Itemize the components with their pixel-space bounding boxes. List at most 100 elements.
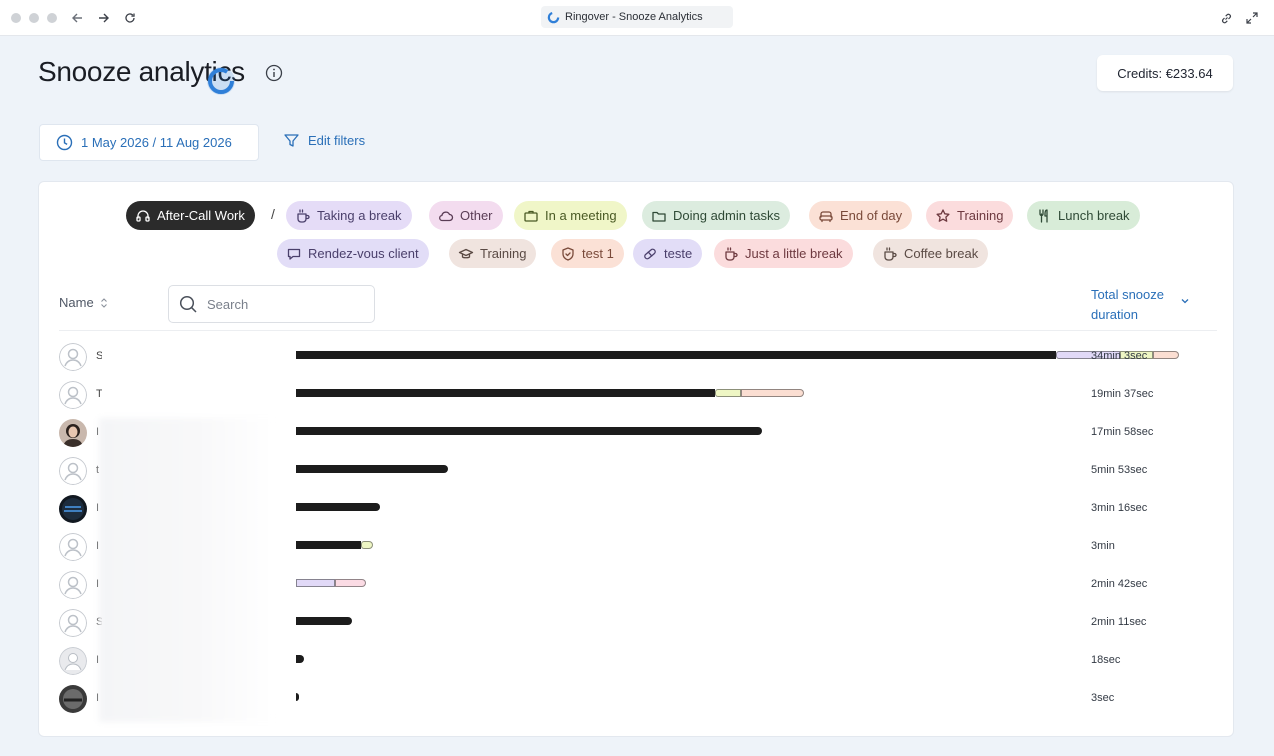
window-maximize-dot[interactable] [47, 13, 57, 23]
status-chip-other[interactable]: Other [429, 201, 503, 230]
briefcase-icon [523, 208, 539, 224]
avatar [59, 419, 87, 447]
cup-icon [295, 208, 311, 224]
user-name: S [96, 350, 102, 361]
credits-badge: Credits: €233.64 [1097, 55, 1233, 91]
status-chip-label: test 1 [582, 246, 614, 261]
total-duration-value: 2min 11sec [1091, 616, 1147, 628]
sofa-icon [818, 208, 834, 224]
chevron-down-icon[interactable] [1180, 297, 1190, 305]
status-chip-end-of-day[interactable]: End of day [809, 201, 913, 230]
name-column-header[interactable]: Name [59, 295, 108, 310]
status-duration-segment [296, 579, 335, 587]
edit-filters-button[interactable]: Edit filters [283, 132, 365, 149]
status-chip-label: End of day [840, 208, 903, 223]
link-icon[interactable] [1216, 8, 1236, 28]
total-duration-value: 3min [1091, 540, 1115, 552]
status-chip-label: After-Call Work [157, 208, 245, 223]
date-range-button[interactable]: 1 May 2026 / 11 Aug 2026 [39, 124, 259, 161]
cutlery-icon [1036, 208, 1052, 224]
browser-titlebar: Ringover - Snooze Analytics [0, 0, 1274, 36]
expand-icon[interactable] [1242, 8, 1262, 28]
avatar [59, 685, 87, 713]
graduation-cap-icon [458, 246, 474, 262]
cup-icon [723, 246, 739, 262]
status-chip-training[interactable]: Training [926, 201, 1014, 230]
table-row[interactable]: S 34min 3sec [39, 338, 1233, 376]
total-duration-value: 5min 53sec [1091, 464, 1148, 476]
total-duration-value: 17min 58sec [1091, 426, 1154, 438]
after-call-work-bar [296, 351, 1057, 359]
avatar [59, 457, 87, 485]
reload-icon[interactable] [120, 8, 140, 28]
total-duration-value: 3min 16sec [1091, 502, 1148, 514]
search-icon [179, 295, 197, 313]
status-chip-label: Coffee break [904, 246, 979, 261]
after-call-work-bar [296, 503, 381, 511]
avatar [59, 495, 87, 523]
forward-arrow-icon[interactable] [94, 8, 114, 28]
date-range-label: 1 May 2026 / 11 Aug 2026 [81, 135, 232, 150]
status-chip-label: Training [957, 208, 1004, 223]
status-duration-segment [334, 579, 366, 587]
star-icon [935, 208, 951, 224]
search-input[interactable] [207, 296, 357, 312]
back-arrow-icon[interactable] [67, 8, 87, 28]
after-call-work-bar [296, 693, 299, 701]
status-chip-label: Other [460, 208, 493, 223]
cup-icon [882, 246, 898, 262]
status-chip-test-1[interactable]: test 1 [551, 239, 624, 268]
avatar [59, 609, 87, 637]
total-duration-header[interactable]: Total snooze duration [1091, 285, 1181, 325]
after-call-work-bar [296, 541, 362, 549]
table-row[interactable]: T 19min 37sec [39, 376, 1233, 414]
window-minimize-dot[interactable] [29, 13, 39, 23]
avatar [59, 647, 87, 675]
name-header-label: Name [59, 295, 94, 310]
after-call-work-bar [296, 389, 715, 397]
redacted-names-blur [99, 418, 275, 722]
total-duration-value: 2min 42sec [1091, 578, 1148, 590]
status-chip-label: Rendez-vous client [308, 246, 419, 261]
status-chip-coffee-break[interactable]: Coffee break [873, 239, 989, 268]
filter-icon [284, 134, 299, 147]
status-chip-label: Taking a break [317, 208, 402, 223]
pill-icon [642, 246, 658, 262]
chat-icon [286, 246, 302, 262]
avatar [59, 381, 87, 409]
status-chip-training[interactable]: Training [449, 239, 537, 268]
status-chip-label: Training [480, 246, 527, 261]
browser-tab-title: Ringover - Snooze Analytics [565, 11, 703, 23]
folder-icon [651, 208, 667, 224]
status-duration-segment [1153, 351, 1179, 359]
status-duration-segment [741, 389, 804, 397]
edit-filters-label: Edit filters [308, 133, 366, 148]
avatar [59, 533, 87, 561]
status-chip-doing-admin-tasks[interactable]: Doing admin tasks [642, 201, 790, 230]
status-chip-after-call-work[interactable]: After-Call Work [126, 201, 255, 230]
total-duration-value: 18sec [1091, 654, 1121, 666]
status-chip-taking-a-break[interactable]: Taking a break [286, 201, 412, 230]
status-chip-teste[interactable]: teste [633, 239, 703, 268]
status-chip-rendez-vous-client[interactable]: Rendez-vous client [277, 239, 429, 268]
total-duration-value: 34min 3sec [1091, 350, 1148, 362]
window-close-dot[interactable] [11, 13, 21, 23]
header-divider [59, 330, 1217, 331]
shield-icon [560, 246, 576, 262]
avatar [59, 571, 87, 599]
analytics-card: After-Call Work Taking a break Other In a m… [38, 181, 1234, 737]
clock-icon [56, 134, 73, 151]
ringover-logo-icon [547, 11, 560, 23]
status-chip-label: In a meeting [545, 208, 617, 223]
browser-tab[interactable]: Ringover - Snooze Analytics [541, 6, 733, 28]
info-icon[interactable] [265, 64, 283, 82]
status-chip-label: Lunch break [1058, 208, 1130, 223]
status-chip-in-a-meeting[interactable]: In a meeting [514, 201, 627, 230]
status-duration-segment [714, 389, 742, 397]
after-call-work-bar [296, 427, 762, 435]
status-chip-lunch-break[interactable]: Lunch break [1027, 201, 1140, 230]
loading-cursor-icon [203, 63, 239, 99]
search-field[interactable] [168, 285, 375, 323]
status-chip-just-a-little-break[interactable]: Just a little break [714, 239, 853, 268]
status-chip-label: Just a little break [745, 246, 843, 261]
